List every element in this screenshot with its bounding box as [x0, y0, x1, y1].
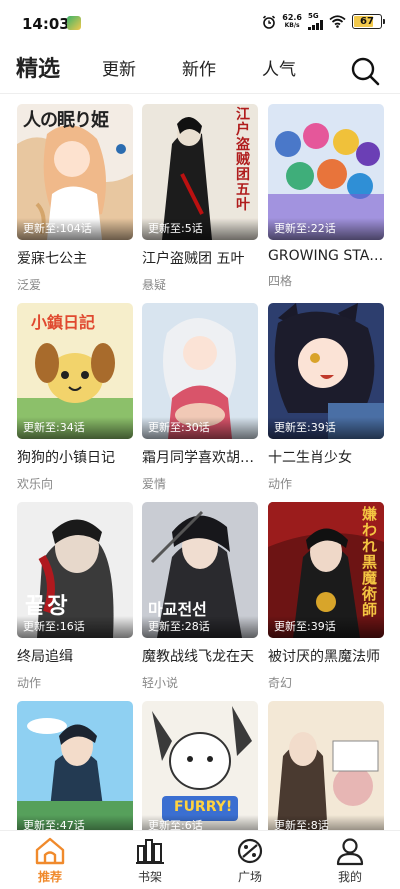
comic-cover[interactable]: 小鎮日記 更新至:34话 — [17, 303, 133, 439]
comic-title[interactable]: 终局追缉 — [17, 646, 133, 666]
wifi-icon — [329, 15, 346, 28]
comic-grid: 人の眠り姫 更新至:104话 爱寐七公主 泛爱 江户盗贼团 五叶 更新至:5话 … — [0, 96, 400, 830]
cellular-signal: 5G — [308, 13, 323, 30]
profile-icon — [336, 838, 364, 866]
comic-card[interactable]: 更新至:47话 — [17, 701, 133, 830]
search-icon[interactable] — [350, 56, 380, 86]
comic-cover[interactable]: 更新至:30话 — [142, 303, 258, 439]
plaza-icon — [237, 838, 263, 864]
update-badge: 更新至:28话 — [142, 616, 258, 638]
bottom-navigation: 推荐 书架 广场 我的 — [0, 830, 400, 889]
update-badge: 更新至:16话 — [17, 616, 133, 638]
comic-title[interactable]: 江户盗贼团 五叶 — [142, 248, 258, 268]
tab-updates[interactable]: 更新 — [102, 46, 136, 94]
comic-genre: 泛爱 — [17, 278, 42, 292]
update-badge: 更新至:6话 — [142, 815, 258, 830]
nav-label: 我的 — [337, 870, 362, 884]
cover-art — [17, 701, 133, 830]
network-type-label: 5G — [308, 12, 319, 20]
comic-card[interactable]: 更新至:22话 GROWING STARS 四格 — [268, 104, 384, 289]
net-speed: 62.6 KB/s — [282, 13, 302, 30]
comic-card[interactable]: 更新至:30话 霜月同学喜欢胡思乱想 爱情 — [142, 303, 258, 492]
comic-title[interactable]: 狗狗的小镇日记 — [17, 447, 133, 467]
tab-featured[interactable]: 精选 — [16, 46, 60, 94]
comic-card[interactable]: 更新至:39话 十二生肖少女 动作 — [268, 303, 384, 492]
comic-title[interactable]: 爱寐七公主 — [17, 248, 133, 268]
comic-genre: 悬疑 — [142, 278, 167, 292]
update-badge: 更新至:5话 — [142, 218, 258, 240]
comic-card[interactable]: 마교전선 更新至:28话 魔教战线飞龙在天 轻小说 — [142, 502, 258, 691]
cover-title-text: 嫌われ黒魔術師 — [362, 505, 378, 619]
cover-title-text: 人の眠り姫 — [23, 110, 109, 131]
battery-percent: 67 — [360, 16, 374, 27]
cover-title-text: 江户盗贼团 五叶 — [236, 107, 250, 213]
comic-card[interactable]: FURRY! 更新至:6话 — [142, 701, 258, 830]
nav-label: 推荐 — [37, 870, 62, 884]
update-badge: 更新至:30话 — [142, 417, 258, 439]
comic-genre: 爱情 — [142, 477, 167, 491]
net-speed-unit: KB/s — [284, 22, 300, 29]
comic-cover[interactable]: FURRY! 更新至:6话 — [142, 701, 258, 830]
comic-cover[interactable]: 更新至:22话 — [268, 104, 384, 240]
net-speed-value: 62.6 — [282, 13, 302, 22]
comic-title[interactable]: 魔教战线飞龙在天 — [142, 646, 258, 666]
home-icon — [35, 837, 65, 865]
comic-card[interactable]: 小鎮日記 更新至:34话 狗狗的小镇日记 欢乐向 — [17, 303, 133, 492]
nav-recommend[interactable]: 推荐 — [0, 831, 100, 889]
update-badge: 更新至:39话 — [268, 417, 384, 439]
comic-card[interactable]: 嫌われ黒魔術師 更新至:39话 被讨厌的黑魔法师 奇幻 — [268, 502, 384, 691]
comic-card[interactable]: 江户盗贼团 五叶 更新至:5话 江户盗贼团 五叶 悬疑 — [142, 104, 258, 293]
comic-card[interactable]: 更新至:8话 — [268, 701, 384, 830]
comic-cover[interactable]: 마교전선 更新至:28话 — [142, 502, 258, 638]
nav-label: 广场 — [237, 870, 262, 884]
comic-cover[interactable]: 更新至:8话 — [268, 701, 384, 830]
comic-cover[interactable]: 江户盗贼团 五叶 更新至:5话 — [142, 104, 258, 240]
tab-popular[interactable]: 人气 — [262, 46, 296, 94]
comic-cover[interactable]: 更新至:47话 — [17, 701, 133, 830]
alarm-icon — [263, 15, 276, 29]
cover-art — [268, 701, 384, 830]
comic-cover[interactable]: 人の眠り姫 更新至:104话 — [17, 104, 133, 240]
update-badge: 更新至:34话 — [17, 417, 133, 439]
comic-cover[interactable]: 嫌われ黒魔術師 更新至:39话 — [268, 502, 384, 638]
comic-card[interactable]: 人の眠り姫 更新至:104话 爱寐七公主 泛爱 — [17, 104, 133, 293]
status-indicators: 62.6 KB/s 5G 67 — [262, 13, 385, 30]
comic-title[interactable]: 十二生肖少女 — [268, 447, 384, 467]
update-badge: 更新至:22话 — [268, 218, 384, 240]
nav-plaza[interactable]: 广场 — [200, 831, 300, 889]
comic-title[interactable]: 被讨厌的黑魔法师 — [268, 646, 384, 666]
comic-card[interactable]: 끝장 更新至:16话 终局追缉 动作 — [17, 502, 133, 691]
comic-cover[interactable]: 끝장 更新至:16话 — [17, 502, 133, 638]
cover-title-text: FURRY! — [174, 799, 233, 815]
comic-genre: 欢乐向 — [17, 477, 54, 491]
nav-label: 书架 — [137, 870, 162, 884]
status-time: 14:03 — [22, 15, 70, 33]
comic-genre: 轻小说 — [142, 676, 179, 690]
cover-title-text: 小鎮日記 — [31, 313, 96, 332]
comic-genre: 奇幻 — [268, 676, 293, 690]
battery-indicator: 67 — [352, 14, 385, 29]
comic-genre: 四格 — [268, 274, 293, 288]
signal-bars-icon — [308, 20, 323, 30]
tab-new[interactable]: 新作 — [182, 46, 216, 94]
nav-profile[interactable]: 我的 — [300, 831, 400, 889]
update-badge: 更新至:8话 — [268, 815, 384, 830]
comic-title[interactable]: GROWING STARS — [268, 248, 384, 264]
update-badge: 更新至:104话 — [17, 218, 133, 240]
update-badge: 更新至:39话 — [268, 616, 384, 638]
status-bar: 14:03 62.6 KB/s 5G 67 — [0, 0, 400, 46]
nav-bookshelf[interactable]: 书架 — [100, 831, 200, 889]
comic-genre: 动作 — [17, 676, 42, 690]
comic-genre: 动作 — [268, 477, 293, 491]
update-badge: 更新至:47话 — [17, 815, 133, 830]
comic-title[interactable]: 霜月同学喜欢胡思乱想 — [142, 447, 258, 467]
top-tab-bar: 精选 更新 新作 人气 — [0, 46, 400, 94]
bookshelf-icon — [136, 839, 164, 864]
comic-cover[interactable]: 更新至:39话 — [268, 303, 384, 439]
app-notification-icon — [67, 16, 81, 30]
